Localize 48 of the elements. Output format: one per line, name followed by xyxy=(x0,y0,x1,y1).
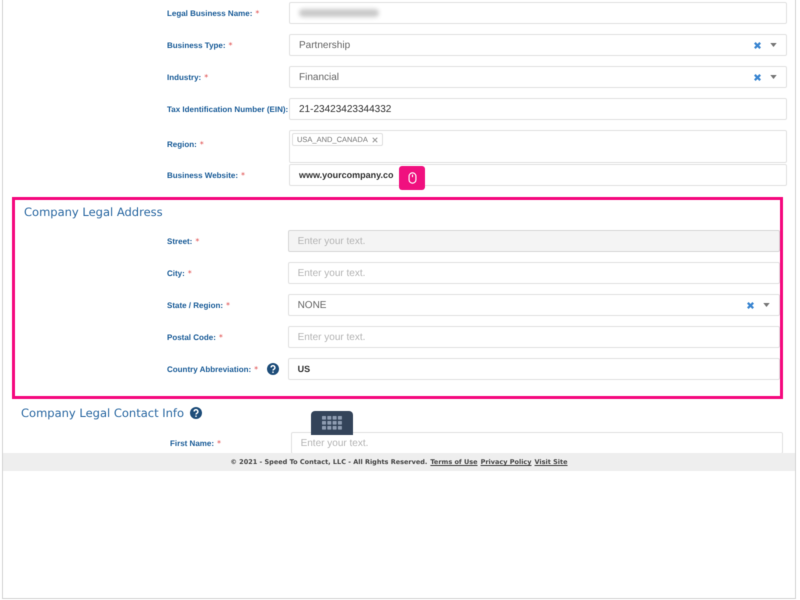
required-mark: * xyxy=(195,236,200,246)
caret-icon[interactable] xyxy=(770,75,777,79)
select-field[interactable]: Financial xyxy=(289,66,787,88)
caret-icon[interactable] xyxy=(763,303,770,307)
section-title: Company Legal Contact Info xyxy=(21,406,184,420)
text-field[interactable]: 21-23423423344332 xyxy=(289,98,787,120)
text-field[interactable]: US xyxy=(288,358,780,380)
text-field[interactable]: Enter your text. xyxy=(288,326,780,348)
select-field[interactable]: Partnership xyxy=(289,34,787,56)
required-mark: * xyxy=(218,332,223,342)
required-mark: * xyxy=(200,140,204,149)
text-field[interactable]: Enter your text. xyxy=(288,262,780,284)
text-field[interactable]: Enter your text. xyxy=(288,230,780,252)
field-label: Tax Identification Number (EIN): xyxy=(167,104,288,114)
select-field[interactable]: NONE xyxy=(288,294,780,316)
mouse-icon xyxy=(408,172,416,184)
section-title: Company Legal Address xyxy=(24,205,163,219)
field-label: First Name: xyxy=(170,438,214,448)
field-label: Postal Code: xyxy=(167,332,216,342)
clear-icon[interactable] xyxy=(746,300,755,310)
field-label: Business Type: xyxy=(167,40,226,50)
text-field[interactable]: www.yourcompany.co xyxy=(289,164,787,186)
required-mark: * xyxy=(254,364,258,374)
field-label: Region: xyxy=(167,140,197,149)
required-mark: * xyxy=(226,300,230,310)
field-label: Industry: xyxy=(167,72,202,82)
help-icon[interactable] xyxy=(267,363,280,375)
field-label: State / Region: xyxy=(167,300,224,310)
remove-icon[interactable] xyxy=(372,136,378,142)
clear-icon[interactable] xyxy=(753,40,762,50)
field-label: Business Website: xyxy=(167,170,238,180)
help-icon[interactable] xyxy=(190,407,202,419)
caret-icon[interactable] xyxy=(770,43,777,47)
required-mark: * xyxy=(204,72,208,82)
required-mark: * xyxy=(188,268,192,278)
required-mark: * xyxy=(217,438,222,448)
grid-icon xyxy=(322,416,342,430)
text-field[interactable] xyxy=(289,2,787,24)
required-mark: * xyxy=(255,8,260,18)
apps-grid-button[interactable] xyxy=(311,411,353,435)
required-mark: * xyxy=(228,40,233,50)
required-mark: * xyxy=(240,170,245,180)
field-label: Street: xyxy=(167,236,192,246)
field-label: Legal Business Name: xyxy=(167,8,252,18)
field-label: Country Abbreviation: xyxy=(167,364,252,374)
clear-icon[interactable] xyxy=(753,72,762,82)
text-field[interactable]: Enter your text. xyxy=(290,432,783,453)
field-label: City: xyxy=(167,268,185,278)
